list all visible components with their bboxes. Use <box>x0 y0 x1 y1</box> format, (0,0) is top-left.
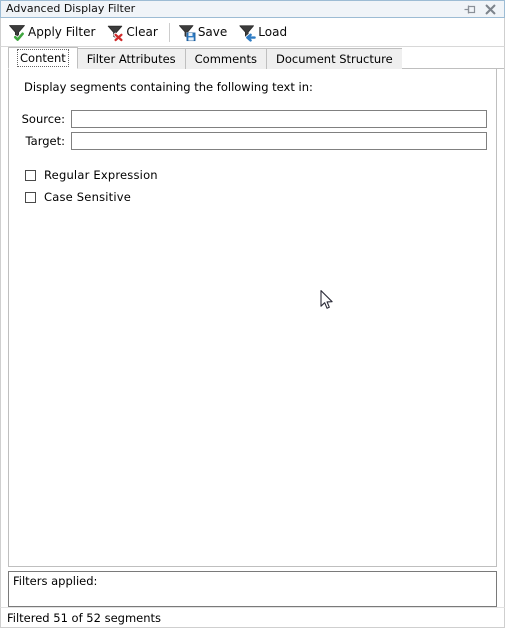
apply-filter-button[interactable]: Apply Filter <box>7 20 99 44</box>
options-group: Regular Expression Case Sensitive <box>25 168 488 204</box>
tab-filter-attributes-label: Filter Attributes <box>86 52 176 66</box>
funnel-check-icon <box>7 22 27 42</box>
target-field-row: Target: <box>17 132 488 150</box>
title-bar: Advanced Display Filter <box>0 0 505 18</box>
tab-document-structure-label: Document Structure <box>276 52 393 66</box>
save-label: Save <box>197 25 228 39</box>
load-label: Load <box>258 25 288 39</box>
save-button[interactable]: Save <box>177 20 231 44</box>
filters-applied-box: Filters applied: <box>8 571 497 607</box>
target-input[interactable] <box>71 132 487 150</box>
case-sensitive-checkbox-row[interactable]: Case Sensitive <box>25 190 488 204</box>
title-bar-buttons <box>463 3 500 16</box>
target-label: Target: <box>25 134 65 148</box>
tab-comments[interactable]: Comments <box>184 48 266 69</box>
intro-text: Display segments containing the followin… <box>24 80 313 94</box>
tab-document-structure[interactable]: Document Structure <box>266 48 402 69</box>
source-label: Source: <box>21 112 65 126</box>
pin-icon[interactable] <box>463 3 476 16</box>
status-bar-text: Filtered 51 of 52 segments <box>7 610 162 625</box>
apply-filter-label: Apply Filter <box>28 25 96 39</box>
status-bar: Filtered 51 of 52 segments <box>0 607 505 628</box>
advanced-display-filter-window: Advanced Display Filter Apply Filter Cle… <box>0 0 505 628</box>
tab-filter-attributes[interactable]: Filter Attributes <box>76 48 185 69</box>
source-input[interactable] <box>71 110 487 128</box>
source-field-row: Source: <box>17 110 488 128</box>
mouse-cursor <box>320 290 333 309</box>
close-icon[interactable] <box>484 3 497 16</box>
case-sensitive-checkbox[interactable] <box>25 191 36 203</box>
toolbar-separator <box>168 22 170 42</box>
tab-comments-label: Comments <box>194 52 257 66</box>
case-sensitive-label: Case Sensitive <box>44 190 132 204</box>
tab-bar: Content Filter Attributes Comments Docum… <box>0 47 505 69</box>
tab-content-label: Content <box>17 49 69 67</box>
content-panel-wrapper: Display segments containing the followin… <box>0 69 505 567</box>
regular-expression-label: Regular Expression <box>44 168 158 182</box>
funnel-save-icon <box>177 22 197 42</box>
regular-expression-checkbox[interactable] <box>25 169 36 181</box>
funnel-load-icon <box>237 22 257 43</box>
toolbar: Apply Filter Clear Save Load <box>0 18 505 47</box>
clear-label: Clear <box>126 25 158 39</box>
funnel-delete-icon <box>105 22 125 42</box>
regular-expression-checkbox-row[interactable]: Regular Expression <box>25 168 488 182</box>
filters-applied-label: Filters applied: <box>13 574 98 588</box>
filters-applied-wrapper: Filters applied: <box>0 567 505 607</box>
tab-content[interactable]: Content <box>8 47 78 69</box>
tab-bar-filler <box>401 47 504 69</box>
clear-button[interactable]: Clear <box>105 20 161 44</box>
content-tab-panel: Display segments containing the followin… <box>8 69 497 567</box>
window-title: Advanced Display Filter <box>6 2 136 15</box>
load-button[interactable]: Load <box>237 20 291 44</box>
